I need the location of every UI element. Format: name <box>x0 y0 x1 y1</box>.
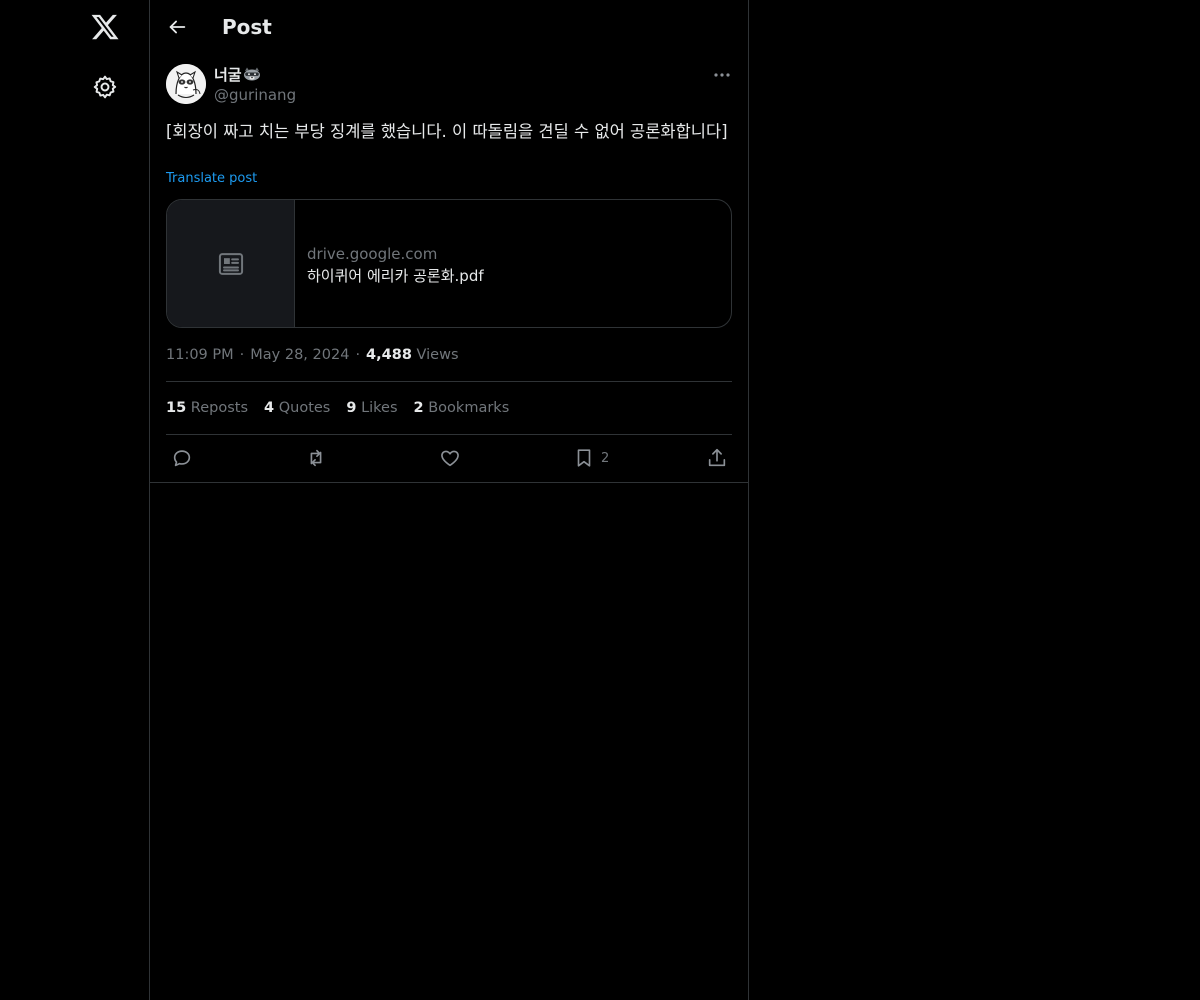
bookmark-count: 2 <box>601 450 610 466</box>
divider <box>166 434 732 435</box>
main-column: Post 너굴 @gurinang [회장이 짜고 치는 부당 징계를 했습니다… <box>149 0 749 1000</box>
reply-icon <box>173 450 191 467</box>
more-options-icon[interactable] <box>710 66 734 84</box>
repost-button[interactable] <box>304 446 328 470</box>
views-label: Views <box>416 347 459 363</box>
card-title: 하이퀴어 에리카 공론화.pdf <box>307 267 484 285</box>
quotes-count: 4 <box>264 400 275 416</box>
heart-icon <box>441 450 459 467</box>
author-name-text: 너굴 <box>214 66 242 84</box>
post: 너굴 @gurinang [회장이 짜고 치는 부당 징계를 했습니다. 이 따… <box>150 54 748 483</box>
share-icon <box>708 448 726 467</box>
bookmark-icon <box>577 449 591 467</box>
bookmarks-label: Bookmarks <box>428 400 510 416</box>
back-arrow-icon[interactable] <box>166 16 188 38</box>
bookmarks-count: 2 <box>413 400 424 416</box>
meta-separator: · <box>355 347 361 363</box>
translate-post-link[interactable]: Translate post <box>166 170 257 188</box>
link-card[interactable]: drive.google.com 하이퀴어 에리카 공론화.pdf <box>166 199 732 328</box>
like-button[interactable] <box>439 446 461 470</box>
sidebar <box>0 0 150 1000</box>
page-header: Post <box>150 0 748 54</box>
card-domain: drive.google.com <box>307 245 438 263</box>
reposts-count: 15 <box>166 400 187 416</box>
stat-bookmarks[interactable]: 2 Bookmarks <box>414 400 510 416</box>
quotes-label: Quotes <box>278 400 331 416</box>
views-count: 4,488 <box>366 347 412 363</box>
avatar[interactable] <box>166 64 206 104</box>
stat-likes[interactable]: 9 Likes <box>346 400 397 416</box>
page-title: Post <box>222 15 272 39</box>
repost-icon <box>310 449 322 467</box>
reply-button[interactable] <box>171 446 193 470</box>
avatar-raccoon-drawing-icon <box>166 64 206 104</box>
meta-separator: · <box>239 347 245 363</box>
author-display-name[interactable]: 너굴 <box>214 65 261 85</box>
article-icon <box>218 253 244 275</box>
bookmark-button[interactable]: 2 <box>573 446 609 470</box>
post-text: [회장이 짜고 치는 부당 징계를 했습니다. 이 따돌림을 견딜 수 없어 공… <box>166 122 728 141</box>
post-date[interactable]: May 28, 2024 <box>250 347 349 363</box>
likes-count: 9 <box>346 400 357 416</box>
likes-label: Likes <box>361 400 398 416</box>
action-bar: 2 <box>150 446 748 470</box>
share-button[interactable] <box>706 446 728 470</box>
x-logo-icon[interactable] <box>90 12 120 42</box>
reposts-label: Reposts <box>190 400 249 416</box>
stat-quotes[interactable]: 4 Quotes <box>264 400 330 416</box>
settings-gear-icon[interactable] <box>92 74 118 100</box>
stat-reposts[interactable]: 15 Reposts <box>166 400 248 416</box>
author-handle[interactable]: @gurinang <box>214 85 296 105</box>
card-thumbnail <box>167 200 295 327</box>
raccoon-emoji-icon <box>243 66 261 81</box>
post-meta: 11:09 PM · May 28, 2024 · 4,488 Views <box>166 345 459 365</box>
post-time[interactable]: 11:09 PM <box>166 347 234 363</box>
engagement-stats: 15 Reposts 4 Quotes 9 Likes 2 Bookmarks <box>166 398 525 418</box>
divider <box>166 381 732 382</box>
